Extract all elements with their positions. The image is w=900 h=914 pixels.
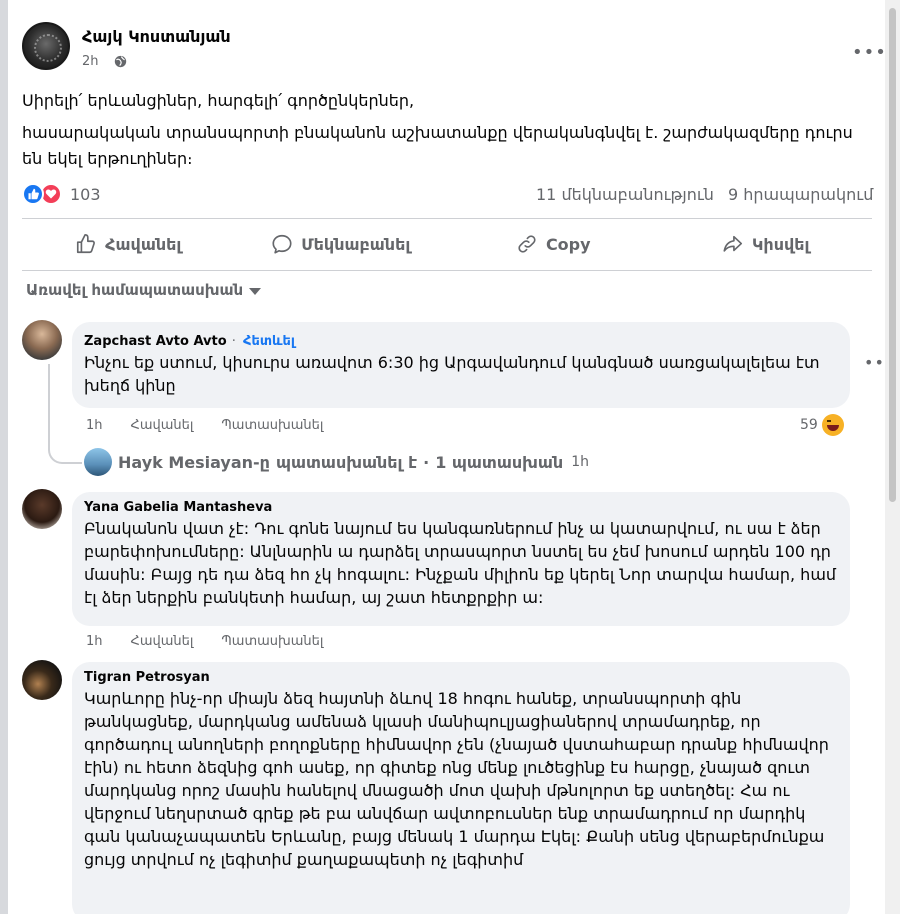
name-separator: · <box>231 334 236 349</box>
follow-button[interactable]: Հետևել <box>243 334 295 349</box>
copy-button-label: Copy <box>545 234 591 254</box>
background-strip <box>0 0 8 914</box>
share-button[interactable]: Կիսվել <box>660 222 873 266</box>
comment-like-button[interactable]: Հավանել <box>131 634 194 649</box>
view-replies-link[interactable]: Hayk Mesiayan-ը պատասխանել է · 1 պատասխա… <box>84 448 589 476</box>
post-text-line-1: Սիրելի՛ երևանցիներ, հարգելի՛ գործընկերնե… <box>22 91 415 110</box>
comment-button-label: Մեկնաբանել <box>301 234 411 254</box>
comments-count-link[interactable]: 11 մեկնաբանություն <box>536 185 714 204</box>
commenter-avatar[interactable] <box>22 660 62 700</box>
divider <box>22 270 872 271</box>
comment-button[interactable]: Մեկնաբանել <box>235 222 448 266</box>
comment-like-button[interactable]: Հավանել <box>131 418 194 433</box>
reply-avatar <box>84 448 112 476</box>
thumbs-up-icon <box>77 234 96 254</box>
commenter-avatar[interactable] <box>22 489 62 529</box>
comment-time[interactable]: 1h <box>86 634 103 649</box>
post-stats: 11 մեկնաբանություն 9 հրապարակում <box>536 185 885 204</box>
reaction-summary[interactable]: 103 <box>22 183 101 205</box>
reply-action: պատասխանել է <box>275 452 418 472</box>
like-button[interactable]: Հավանել <box>22 222 235 266</box>
copy-link-icon <box>518 235 536 253</box>
comment-bubble: Tigran Petrosyan Կարևորը ինչ-որ միայն ձե… <box>72 662 850 914</box>
chevron-down-icon <box>249 287 262 295</box>
commenter-avatar[interactable] <box>22 320 62 360</box>
post-action-bar: Հավանել Մեկնաբանել Copy Կիսվել <box>22 222 872 266</box>
comment-reaction-count: 59 <box>800 417 818 433</box>
post-more-options-icon[interactable]: ••• <box>852 42 885 63</box>
comment-bubble: Yana Gabelia Mantasheva Բնականոն վատ չէ:… <box>72 492 850 626</box>
sort-label: Առավել համապատասխան <box>26 281 244 299</box>
like-button-label: Հավանել <box>105 234 182 254</box>
comment-icon <box>272 234 292 254</box>
haha-reaction-icon <box>821 414 844 436</box>
globe-icon <box>114 55 127 68</box>
reply-count: 1 պատասխան <box>435 452 564 472</box>
copy-button[interactable]: Copy <box>447 222 660 266</box>
shares-count-link[interactable]: 9 հրապարակում <box>728 185 873 204</box>
comment-text: Բնականոն վատ չէ: Դու գոնե նայում ես կանգ… <box>84 519 837 607</box>
comment-reply-button[interactable]: Պատասխանել <box>221 634 323 649</box>
scrollbar-thumb[interactable] <box>889 8 896 502</box>
comment-meta: 1h Հավանել Պատասխանել <box>86 634 323 649</box>
share-icon <box>723 235 743 252</box>
comment-time[interactable]: 1h <box>86 418 103 433</box>
reaction-count: 103 <box>70 184 101 204</box>
share-button-label: Կիսվել <box>752 234 810 254</box>
post-text-line-2: հասարակական տրանսպորտի բնականոն աշխատանք… <box>22 123 853 168</box>
comment-meta: 1h Հավանել Պատասխանել <box>86 418 323 433</box>
comment-bubble: Zapchast Avto Avto · Հետևել Ինչու եք ստո… <box>72 322 850 408</box>
commenter-name[interactable]: Yana Gabelia Mantasheva <box>84 500 838 515</box>
post-card: Հայկ Կոստանյան 2h ••• Սիրելի՛ երևանցիներ… <box>8 0 885 914</box>
commenter-name[interactable]: Zapchast Avto Avto <box>84 334 227 349</box>
author-avatar[interactable] <box>22 22 70 70</box>
comment-text: Ինչու եք ստում, կիսուրս առավոտ 6:30 ից Ա… <box>84 353 820 395</box>
comment-text: Կարևորը ինչ-որ միայն ձեզ հայտնի ձևով 18 … <box>84 689 829 869</box>
comment-reply-button[interactable]: Պատասխանել <box>221 418 323 433</box>
commenter-name[interactable]: Tigran Petrosyan <box>84 670 838 685</box>
comment-sort-dropdown[interactable]: Առավել համապատասխան <box>26 281 262 299</box>
author-name[interactable]: Հայկ Կոստանյան <box>82 27 231 46</box>
reply-time: 1h <box>571 454 589 470</box>
reply-separator: · <box>423 452 430 472</box>
comment-reaction-summary[interactable]: 59 <box>800 414 844 436</box>
divider <box>22 218 872 219</box>
comment-more-options-icon[interactable]: ••• <box>864 353 885 372</box>
reply-author: Hayk Mesiayan-ը <box>118 452 270 472</box>
scrollbar[interactable] <box>885 0 900 914</box>
like-reaction-icon <box>22 183 44 205</box>
post-time[interactable]: 2h <box>82 54 99 69</box>
